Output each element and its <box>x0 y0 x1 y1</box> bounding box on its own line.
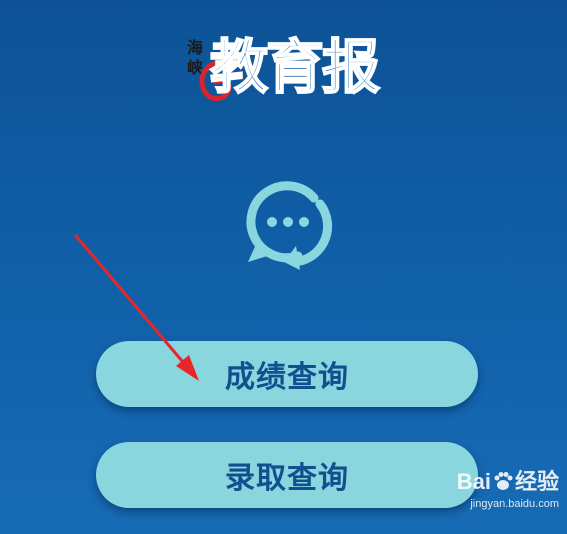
baidu-jingyan-watermark: Bai 经验 jingyan.baidu.com <box>429 468 559 528</box>
score-query-button[interactable]: 成绩查询 <box>96 341 478 407</box>
chat-refresh-icon <box>246 181 333 270</box>
baidu-paw-icon <box>494 472 513 490</box>
logo-main-text: 教育报 <box>209 32 381 102</box>
watermark-brand-right: 经验 <box>514 469 559 494</box>
brand-logo: 海峡 教育报 <box>184 30 399 108</box>
watermark-site: jingyan.baidu.com <box>470 498 559 510</box>
admission-query-button[interactable]: 录取查询 <box>96 442 478 508</box>
watermark-brand-left: Bai <box>456 469 491 494</box>
watermark-brand: Bai 经验 <box>429 468 559 496</box>
